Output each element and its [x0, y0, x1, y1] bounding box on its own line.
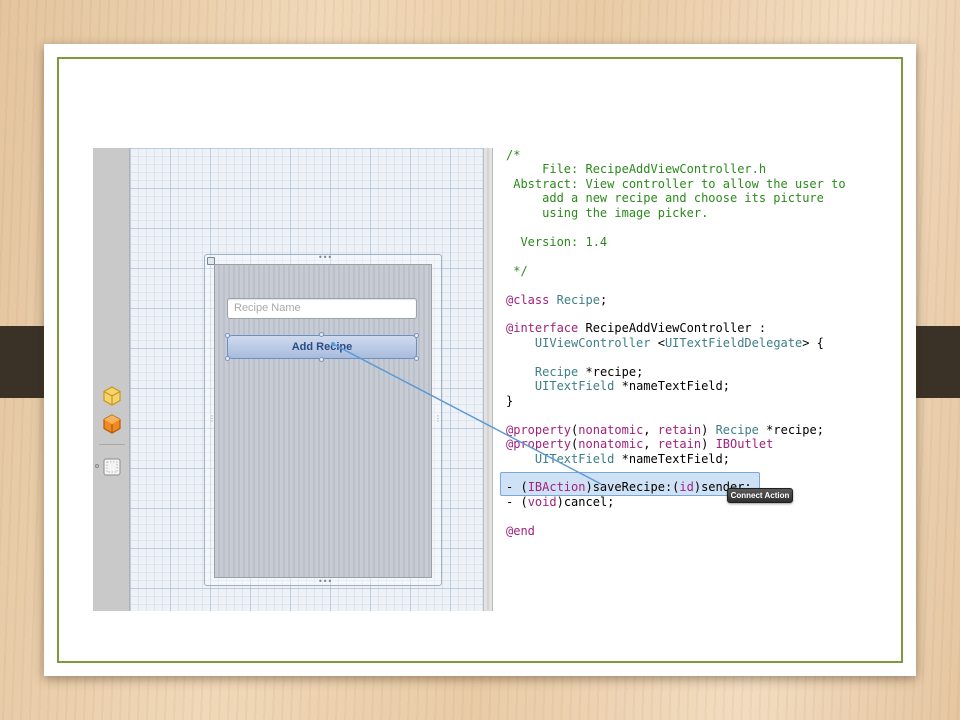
code-token: Recipe: [534, 364, 579, 379]
code-line[interactable]: - (IBAction)saveRecipe:(id)sender;: [506, 480, 846, 494]
view-object-icon[interactable]: [102, 457, 122, 477]
code-token: ,: [643, 437, 658, 452]
scene-bottom-handle-icon[interactable]: •••: [318, 578, 332, 586]
code-token: id: [679, 480, 694, 495]
code-token: retain: [657, 422, 702, 437]
code-line[interactable]: UITextField *nameTextField;: [506, 452, 846, 466]
code-token: void: [527, 494, 557, 509]
scene-top-handle-icon[interactable]: •••: [318, 254, 332, 262]
cube-outline-icon[interactable]: [102, 386, 122, 406]
code-line[interactable]: [506, 350, 846, 364]
code-line[interactable]: @class Recipe;: [506, 293, 846, 307]
code-token: *nameTextField;: [614, 451, 730, 466]
code-token: /*: [506, 148, 521, 162]
code-token: Recipe: [715, 422, 759, 437]
code-line[interactable]: @property(nonatomic, retain) Recipe *rec…: [506, 423, 846, 437]
code-line[interactable]: UITextField *nameTextField;: [506, 379, 846, 393]
code-text[interactable]: /* File: RecipeAddViewController.h Abstr…: [506, 148, 846, 538]
code-token: nonatomic: [578, 422, 644, 437]
code-token: @property: [506, 437, 572, 452]
code-line[interactable]: [506, 249, 846, 263]
code-token: IBAction: [527, 480, 586, 495]
code-token: add a new recipe and choose its picture: [506, 191, 824, 206]
resize-handle-bl[interactable]: [225, 356, 230, 361]
code-token: - (: [506, 494, 528, 509]
code-line[interactable]: using the image picker.: [506, 206, 846, 220]
code-line[interactable]: - (void)cancel;: [506, 495, 846, 509]
code-line[interactable]: }: [506, 394, 846, 408]
resize-handle-bc[interactable]: [319, 357, 324, 362]
code-token: IBOutlet: [715, 437, 774, 452]
code-line[interactable]: [506, 278, 846, 292]
xcode-screenshot: ••• ••• ⋮ ⋮ Recipe Name Add Recipe /* Fi…: [93, 148, 868, 611]
code-line[interactable]: File: RecipeAddViewController.h: [506, 162, 846, 176]
code-line[interactable]: add a new recipe and choose its picture: [506, 191, 846, 205]
resize-handle-tl[interactable]: [225, 333, 230, 338]
code-token: UITextFieldDelegate: [664, 335, 803, 350]
code-token: @interface: [506, 321, 579, 336]
code-token: UITextField: [534, 379, 615, 394]
code-token: > {: [802, 335, 824, 350]
connect-action-tooltip: Connect Action: [727, 488, 793, 503]
code-token: ;: [599, 292, 608, 307]
code-line[interactable]: */: [506, 264, 846, 278]
code-line[interactable]: Recipe *recipe;: [506, 365, 846, 379]
object-library-strip: [93, 148, 130, 611]
code-token: Recipe: [556, 292, 600, 307]
code-line[interactable]: [506, 466, 846, 480]
code-token: ): [701, 437, 716, 452]
code-line[interactable]: @interface RecipeAddViewController :: [506, 321, 846, 335]
code-line[interactable]: [506, 220, 846, 234]
code-editor[interactable]: /* File: RecipeAddViewController.h Abstr…: [500, 148, 868, 611]
scene-right-handle-icon[interactable]: ⋮: [434, 415, 442, 423]
code-token: RecipeAddViewController :: [578, 321, 767, 336]
code-line[interactable]: [506, 307, 846, 321]
code-line[interactable]: UIViewController <UITextFieldDelegate> {: [506, 336, 846, 350]
cube-solid-icon[interactable]: [102, 414, 122, 434]
storyboard-canvas[interactable]: ••• ••• ⋮ ⋮ Recipe Name Add Recipe: [130, 148, 483, 611]
code-token: }: [506, 393, 514, 408]
code-line[interactable]: [506, 408, 846, 422]
code-line[interactable]: Abstract: View controller to allow the u…: [506, 176, 846, 191]
code-token: *recipe;: [758, 422, 824, 437]
code-token: File: RecipeAddViewController.h: [506, 162, 767, 177]
code-token: using the image picker.: [506, 205, 709, 220]
code-token: ,: [643, 422, 658, 437]
code-token: *recipe;: [578, 364, 644, 379]
code-line[interactable]: /*: [506, 148, 846, 162]
resize-handle-tc[interactable]: [319, 332, 324, 337]
code-token: )saveRecipe:(: [585, 480, 680, 495]
code-line[interactable]: [506, 509, 846, 523]
code-token: nonatomic: [578, 437, 644, 452]
code-token: UITextField: [534, 451, 615, 466]
code-token: ): [701, 422, 716, 437]
code-line[interactable]: @end: [506, 524, 846, 538]
code-token: *nameTextField;: [614, 379, 730, 394]
disclosure-dot-icon[interactable]: [95, 464, 99, 468]
code-token: */: [506, 263, 528, 278]
add-recipe-button[interactable]: Add Recipe: [227, 335, 417, 359]
code-token: )cancel;: [556, 494, 615, 509]
code-token: <: [650, 335, 665, 350]
recipe-name-textfield[interactable]: Recipe Name: [227, 298, 417, 319]
code-token: @class: [506, 292, 550, 307]
resize-handle-tr[interactable]: [414, 333, 419, 338]
code-token: Version: 1.4: [506, 234, 608, 249]
code-token: @end: [506, 523, 535, 538]
code-line[interactable]: @property(nonatomic, retain) IBOutlet: [506, 437, 846, 451]
editor-split-divider[interactable]: [483, 148, 493, 611]
code-token: - (: [506, 480, 528, 495]
code-token: UIViewController: [534, 335, 651, 350]
resize-handle-br[interactable]: [414, 356, 419, 361]
code-token: Abstract: View controller to allow the u…: [506, 176, 846, 191]
code-token: @property: [506, 422, 572, 437]
code-token: retain: [657, 437, 702, 452]
strip-separator: [99, 444, 125, 445]
code-line[interactable]: Version: 1.4: [506, 235, 846, 249]
